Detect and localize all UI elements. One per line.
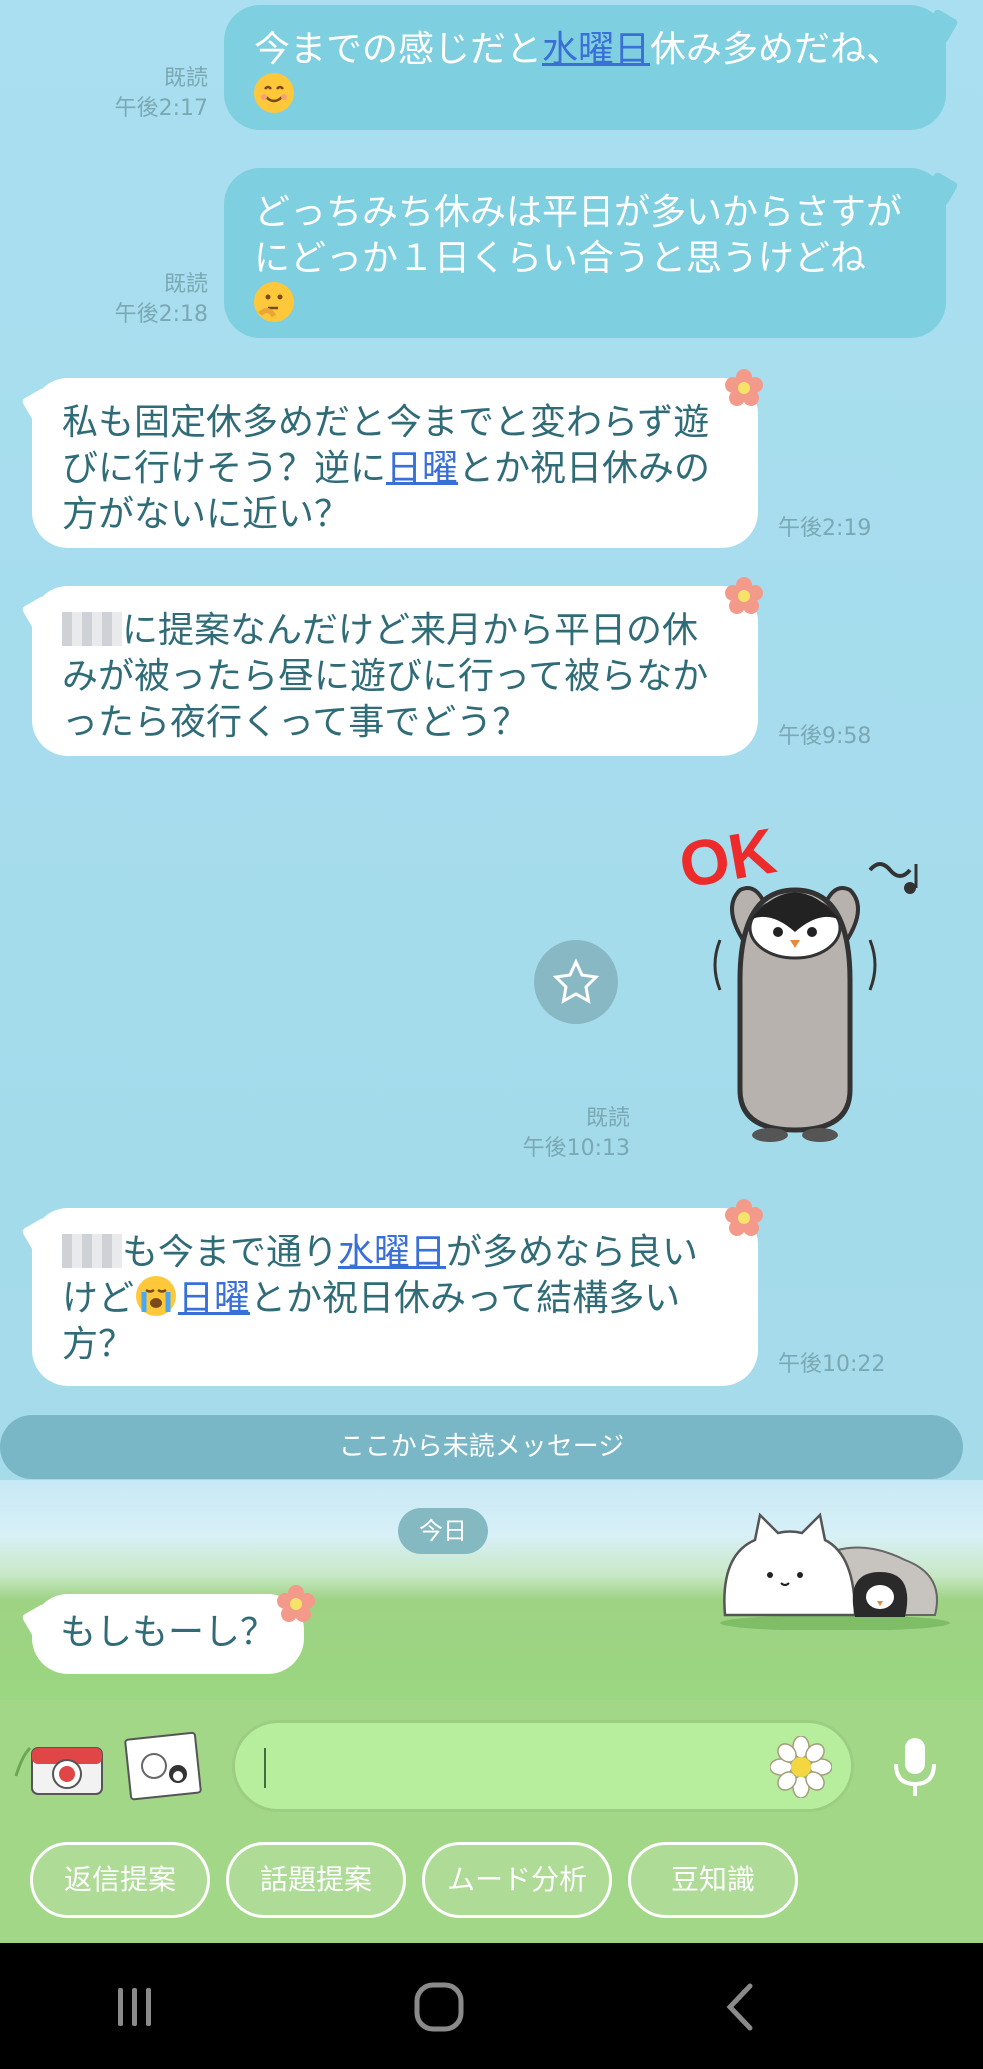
message-input[interactable]	[232, 1720, 854, 1812]
link-text[interactable]: 日曜	[386, 448, 458, 489]
recent-apps-icon[interactable]	[110, 1982, 160, 2032]
received-message[interactable]: もしもーし？	[21, 1594, 304, 1674]
favorite-sticker-button[interactable]	[534, 940, 618, 1024]
photo-icon	[124, 1731, 202, 1801]
flower-icon	[725, 369, 763, 406]
timestamp: 午後10:13	[522, 1136, 630, 1161]
sent-message[interactable]: どっちみち休みは平日が多いからさすが にどっか１日くらい合うと思うけどね	[224, 168, 959, 338]
photo-button[interactable]	[124, 1730, 206, 1802]
sticker-button[interactable]	[769, 1735, 833, 1799]
camera-icon	[14, 1746, 103, 1795]
unread-divider: ここから未読メッセージ	[0, 1415, 963, 1479]
flower-icon	[725, 1199, 763, 1236]
received-message[interactable]: に提案なんだけど来月から平日の休 みが被ったら昼に遊びに行って被らなか ったら夜…	[21, 586, 758, 756]
crying-face-emoji-icon	[136, 1276, 177, 1316]
voice-input-button[interactable]	[884, 1734, 946, 1800]
timestamp: 午後2:17	[114, 96, 208, 121]
sticker-ok-penguin[interactable]: OK	[660, 800, 930, 1150]
link-text[interactable]: 水曜日	[338, 1232, 446, 1273]
thinking-face-emoji-icon	[254, 282, 294, 322]
read-receipt: 既読	[585, 1106, 630, 1131]
suggestion-chip-trivia[interactable]: 豆知識	[628, 1842, 798, 1918]
received-message[interactable]: も今まで通り水曜日が多めなら良い けど 日曜とか祝日休みって結構多い 方？	[21, 1208, 758, 1386]
link-text[interactable]: 水曜日	[542, 29, 650, 70]
flower-icon	[725, 577, 763, 614]
sticker-ok-text: OK	[674, 814, 781, 902]
read-receipt: 既読	[163, 272, 208, 297]
sent-message[interactable]: 今までの感じだと水曜日休み多めだね、	[224, 5, 959, 130]
message-meta: 既読 午後10:13	[478, 1104, 630, 1164]
suggestion-chip-mood[interactable]: ムード分析	[422, 1842, 612, 1918]
timestamp: 午後10:22	[778, 1352, 886, 1377]
microphone-icon	[894, 1738, 936, 1796]
timestamp: 午後2:19	[778, 516, 872, 541]
message-meta: 既読 午後2:18	[90, 270, 208, 330]
redacted-name	[62, 612, 122, 646]
timestamp: 午後9:58	[778, 724, 872, 749]
text-caret	[264, 1748, 266, 1788]
back-icon[interactable]	[720, 1980, 760, 2034]
camera-button[interactable]	[14, 1736, 106, 1798]
redacted-name	[62, 1234, 122, 1268]
home-icon[interactable]	[412, 1980, 466, 2034]
date-chip: 今日	[398, 1508, 488, 1554]
flower-icon	[277, 1585, 315, 1622]
smiling-face-emoji-icon	[254, 73, 294, 113]
message-meta: 既読 午後2:17	[90, 64, 208, 124]
received-message[interactable]: 私も固定休多めだと今までと変わらず遊 びに行けそう？逆に日曜とか祝日休みの 方が…	[21, 378, 758, 548]
suggestion-chip-reply[interactable]: 返信提案	[30, 1842, 210, 1918]
suggestion-chip-topic[interactable]: 話題提案	[226, 1842, 406, 1918]
cat-and-penguin-illustration	[720, 1512, 950, 1630]
flower-icon	[769, 1735, 833, 1799]
link-text[interactable]: 日曜	[178, 1278, 250, 1319]
star-icon	[552, 958, 600, 1004]
read-receipt: 既読	[163, 66, 208, 91]
timestamp: 午後2:18	[114, 302, 208, 327]
